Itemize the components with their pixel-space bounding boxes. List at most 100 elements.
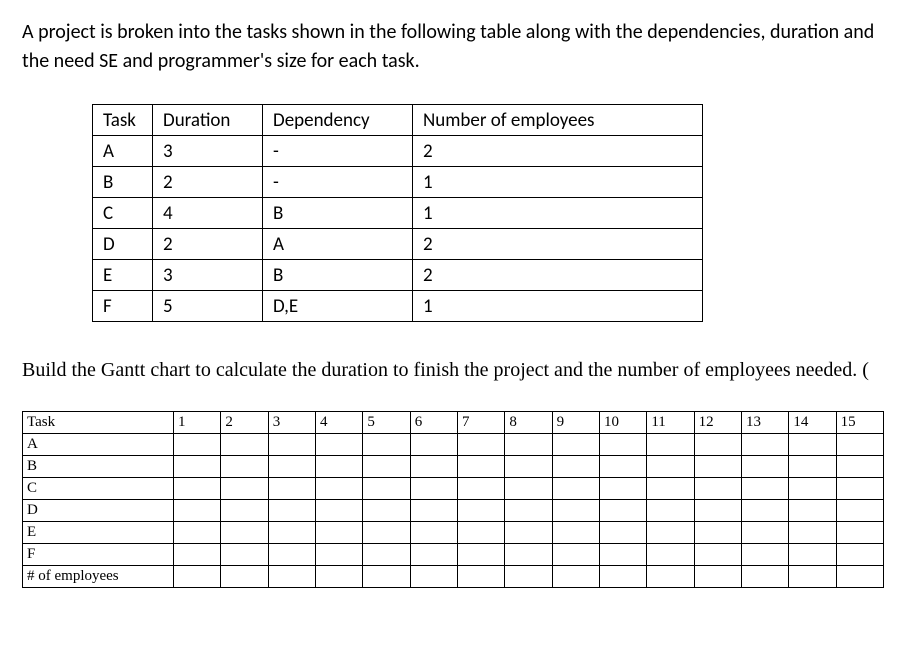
gantt-cell [316, 434, 363, 456]
gantt-cell [174, 566, 221, 588]
gantt-cell [410, 456, 457, 478]
gantt-cell [789, 544, 836, 566]
gantt-row-label: D [23, 500, 174, 522]
gantt-cell [552, 500, 599, 522]
gantt-cell [741, 456, 788, 478]
gantt-cell [647, 566, 694, 588]
gantt-cell [552, 544, 599, 566]
gantt-row: E [23, 522, 884, 544]
gantt-cell [221, 566, 268, 588]
gantt-cell [221, 522, 268, 544]
cell-task: F [93, 291, 153, 322]
gantt-time-header: 11 [647, 412, 694, 434]
cell-duration: 2 [153, 229, 263, 260]
gantt-cell [363, 456, 410, 478]
task-table-header-row: Task Duration Dependency Number of emplo… [93, 105, 703, 136]
instruction-text: Build the Gantt chart to calculate the d… [22, 356, 884, 385]
cell-dependency: B [263, 260, 413, 291]
gantt-cell [268, 544, 315, 566]
gantt-cell [552, 434, 599, 456]
gantt-header-label: Task [23, 412, 174, 434]
cell-employees: 2 [413, 260, 703, 291]
gantt-cell [174, 478, 221, 500]
gantt-cell [505, 456, 552, 478]
gantt-cell [600, 566, 647, 588]
gantt-row-label: E [23, 522, 174, 544]
gantt-time-header: 5 [363, 412, 410, 434]
gantt-row: # of employees [23, 566, 884, 588]
gantt-header-row: Task 1 2 3 4 5 6 7 8 9 10 11 12 13 14 15 [23, 412, 884, 434]
gantt-cell [600, 478, 647, 500]
table-row: C 4 B 1 [93, 198, 703, 229]
gantt-cell [316, 544, 363, 566]
gantt-time-header: 9 [552, 412, 599, 434]
cell-duration: 3 [153, 260, 263, 291]
table-row: E 3 B 2 [93, 260, 703, 291]
gantt-cell [363, 500, 410, 522]
cell-duration: 3 [153, 136, 263, 167]
gantt-cell [505, 434, 552, 456]
cell-dependency: D,E [263, 291, 413, 322]
cell-dependency: - [263, 167, 413, 198]
gantt-cell [268, 522, 315, 544]
cell-employees: 1 [413, 291, 703, 322]
gantt-cell [647, 456, 694, 478]
cell-duration: 4 [153, 198, 263, 229]
gantt-cell [458, 566, 505, 588]
gantt-cell [316, 566, 363, 588]
gantt-cell [458, 434, 505, 456]
gantt-cell [316, 500, 363, 522]
cell-duration: 2 [153, 167, 263, 198]
header-duration: Duration [153, 105, 263, 136]
gantt-cell [552, 566, 599, 588]
gantt-cell [741, 544, 788, 566]
gantt-time-header: 12 [694, 412, 741, 434]
gantt-cell [316, 522, 363, 544]
gantt-cell [174, 544, 221, 566]
gantt-cell [363, 566, 410, 588]
gantt-cell [694, 478, 741, 500]
gantt-cell [268, 434, 315, 456]
gantt-cell [505, 522, 552, 544]
cell-employees: 1 [413, 167, 703, 198]
gantt-table: Task 1 2 3 4 5 6 7 8 9 10 11 12 13 14 15… [22, 411, 884, 588]
gantt-cell [268, 566, 315, 588]
gantt-cell [647, 522, 694, 544]
gantt-cell [174, 500, 221, 522]
table-row: A 3 - 2 [93, 136, 703, 167]
gantt-cell [458, 500, 505, 522]
gantt-row: F [23, 544, 884, 566]
gantt-cell [221, 544, 268, 566]
gantt-cell [410, 544, 457, 566]
gantt-cell [410, 434, 457, 456]
gantt-cell [458, 456, 505, 478]
gantt-cell [458, 544, 505, 566]
gantt-row: B [23, 456, 884, 478]
gantt-time-header: 10 [600, 412, 647, 434]
cell-task: B [93, 167, 153, 198]
gantt-time-header: 2 [221, 412, 268, 434]
gantt-cell [647, 500, 694, 522]
gantt-row-label: # of employees [23, 566, 174, 588]
gantt-cell [552, 522, 599, 544]
gantt-row-label: A [23, 434, 174, 456]
gantt-cell [221, 478, 268, 500]
gantt-cell [836, 544, 883, 566]
gantt-cell [221, 500, 268, 522]
gantt-cell [505, 500, 552, 522]
gantt-cell [268, 500, 315, 522]
gantt-row-label: B [23, 456, 174, 478]
gantt-time-header: 1 [174, 412, 221, 434]
gantt-cell [694, 566, 741, 588]
cell-dependency: - [263, 136, 413, 167]
gantt-cell [410, 500, 457, 522]
gantt-cell [836, 478, 883, 500]
gantt-cell [600, 434, 647, 456]
gantt-cell [552, 478, 599, 500]
gantt-cell [268, 478, 315, 500]
gantt-cell [741, 500, 788, 522]
intro-text: A project is broken into the tasks shown… [22, 18, 884, 76]
gantt-time-header: 3 [268, 412, 315, 434]
gantt-time-header: 13 [741, 412, 788, 434]
cell-employees: 2 [413, 136, 703, 167]
